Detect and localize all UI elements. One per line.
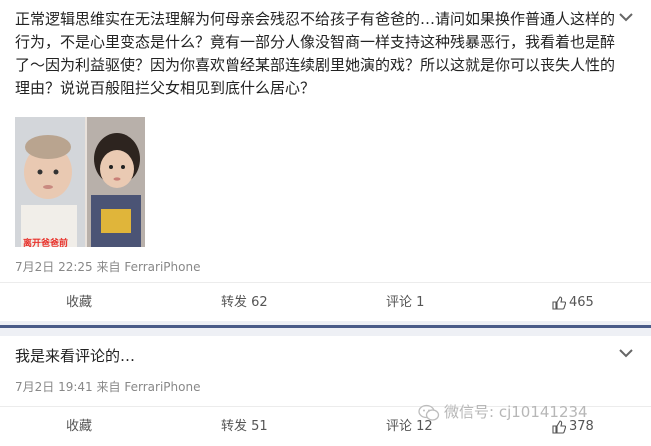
post-separator — [0, 321, 651, 336]
weibo-post: 正常逻辑思维实在无法理解为何母亲会残忍不给孩子有爸爸的…请问如果换作普通人这样的… — [0, 0, 651, 321]
toddler-photo — [87, 117, 145, 247]
action-bar: 收藏 转发 62 评论 1 465 — [0, 282, 651, 322]
image-caption: 离开爸爸前 — [23, 239, 69, 247]
post-text: 我是来看评论的… — [15, 345, 615, 368]
post-meta: 7月2日 22:25 来自 FerrariPhone — [15, 258, 200, 275]
post-text-line: 正常逻辑思维实在无法理解为何母亲会残忍不给孩子有爸爸的…请问如果换作普通人这样的 — [15, 10, 616, 28]
like-count: 465 — [569, 295, 594, 310]
post-text-line: 了～因为利益驱使？因为你喜欢曾经某部连续剧里她演的戏？所以这就是你可以丧失人性的 — [15, 56, 616, 74]
post-text: 正常逻辑思维实在无法理解为何母亲会残忍不给孩子有爸爸的…请问如果换作普通人这样的… — [15, 8, 615, 100]
chevron-down-icon[interactable] — [617, 346, 635, 360]
post-via: 来自 — [96, 260, 121, 274]
forward-button[interactable]: 转发 62 — [221, 283, 268, 323]
post-time: 19:41 — [58, 380, 93, 394]
post-meta: 7月2日 19:41 来自 FerrariPhone — [15, 378, 200, 395]
post-text-line: 行为，不是心里变态是什么？竟有一部分人像没智商一样支持这种残暴恶行，我看着也是醉 — [15, 33, 616, 51]
post-source[interactable]: FerrariPhone — [124, 260, 200, 274]
post-image[interactable]: 离开爸爸前 — [15, 117, 145, 247]
thumbs-up-icon — [552, 295, 566, 310]
watermark-text: 微信号: cj10141234 — [444, 403, 588, 421]
post-date: 7月2日 — [15, 260, 55, 274]
post-text-line: 理由？说说百般阻拦父女相见到底什么居心？ — [15, 79, 316, 97]
separator-bar — [0, 325, 651, 328]
forward-button[interactable]: 转发 51 — [221, 407, 268, 446]
wechat-watermark: 微信号: cj10141234 — [418, 401, 588, 422]
like-button[interactable]: 465 — [552, 283, 594, 323]
post-date: 7月2日 — [15, 380, 55, 394]
wechat-icon — [418, 404, 440, 421]
baby-photo — [15, 117, 85, 247]
chevron-down-icon[interactable] — [617, 10, 635, 24]
post-text-line: 我是来看评论的… — [15, 347, 136, 365]
post-source[interactable]: FerrariPhone — [124, 380, 200, 394]
favorite-button[interactable]: 收藏 — [66, 283, 92, 323]
comment-button[interactable]: 评论 1 — [386, 283, 424, 323]
post-via: 来自 — [96, 380, 121, 394]
post-time: 22:25 — [58, 260, 93, 274]
weibo-post: 我是来看评论的… 7月2日 19:41 来自 FerrariPhone 收藏 转… — [0, 336, 651, 446]
favorite-button[interactable]: 收藏 — [66, 407, 92, 446]
